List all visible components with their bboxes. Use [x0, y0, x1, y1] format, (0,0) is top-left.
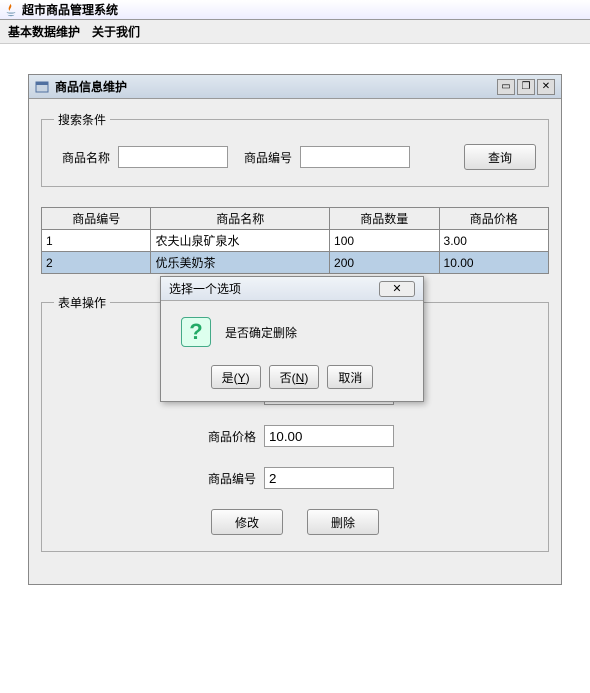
form-code-input[interactable]	[264, 467, 394, 489]
menu-data-maintain[interactable]: 基本数据维护	[8, 23, 80, 40]
table-cell: 优乐美奶茶	[151, 252, 330, 274]
dialog-yes-button[interactable]: 是(Y)	[211, 365, 261, 389]
internal-title: 商品信息维护	[55, 78, 497, 95]
table-cell: 10.00	[439, 252, 548, 274]
search-code-label: 商品编号	[236, 149, 292, 166]
product-table[interactable]: 商品编号 商品名称 商品数量 商品价格 1农夫山泉矿泉水1003.002优乐美奶…	[41, 207, 549, 274]
th-code: 商品编号	[42, 208, 151, 230]
java-icon	[4, 3, 18, 17]
modify-button[interactable]: 修改	[211, 509, 283, 535]
question-icon: ?	[181, 317, 211, 347]
app-title: 超市商品管理系统	[22, 1, 118, 18]
dialog-title: 选择一个选项	[169, 280, 379, 297]
dialog-no-button[interactable]: 否(N)	[269, 365, 320, 389]
table-cell: 1	[42, 230, 151, 252]
th-price: 商品价格	[439, 208, 548, 230]
table-cell: 200	[330, 252, 439, 274]
dialog-cancel-button[interactable]: 取消	[327, 365, 373, 389]
app-title-bar: 超市商品管理系统	[0, 0, 590, 20]
internal-title-bar: 商品信息维护 ▭ ❐ ✕	[29, 75, 561, 99]
dialog-message: 是否确定删除	[225, 324, 297, 341]
dialog-title-bar: 选择一个选项 ✕	[161, 277, 423, 301]
th-qty: 商品数量	[330, 208, 439, 230]
confirm-dialog: 选择一个选项 ✕ ? 是否确定删除 是(Y) 否(N) 取消	[160, 276, 424, 402]
form-code-label: 商品编号	[196, 470, 256, 487]
menu-about[interactable]: 关于我们	[92, 23, 140, 40]
minimize-button[interactable]: ▭	[497, 79, 515, 95]
table-cell: 农夫山泉矿泉水	[151, 230, 330, 252]
form-price-label: 商品价格	[196, 428, 256, 445]
table-row[interactable]: 2优乐美奶茶20010.00	[42, 252, 549, 274]
search-name-input[interactable]	[118, 146, 228, 168]
search-code-input[interactable]	[300, 146, 410, 168]
dialog-close-button[interactable]: ✕	[379, 281, 415, 297]
table-cell: 3.00	[439, 230, 548, 252]
table-cell: 2	[42, 252, 151, 274]
search-button[interactable]: 查询	[464, 144, 536, 170]
delete-button[interactable]: 删除	[307, 509, 379, 535]
frame-icon	[35, 80, 49, 94]
menu-bar: 基本数据维护 关于我们	[0, 20, 590, 44]
search-legend: 搜索条件	[54, 111, 110, 128]
form-price-input[interactable]	[264, 425, 394, 447]
table-cell: 100	[330, 230, 439, 252]
maximize-button[interactable]: ❐	[517, 79, 535, 95]
table-row[interactable]: 1农夫山泉矿泉水1003.00	[42, 230, 549, 252]
form-legend: 表单操作	[54, 294, 110, 311]
search-name-label: 商品名称	[54, 149, 110, 166]
close-button[interactable]: ✕	[537, 79, 555, 95]
search-fieldset: 搜索条件 商品名称 商品编号 查询	[41, 111, 549, 187]
th-name: 商品名称	[151, 208, 330, 230]
